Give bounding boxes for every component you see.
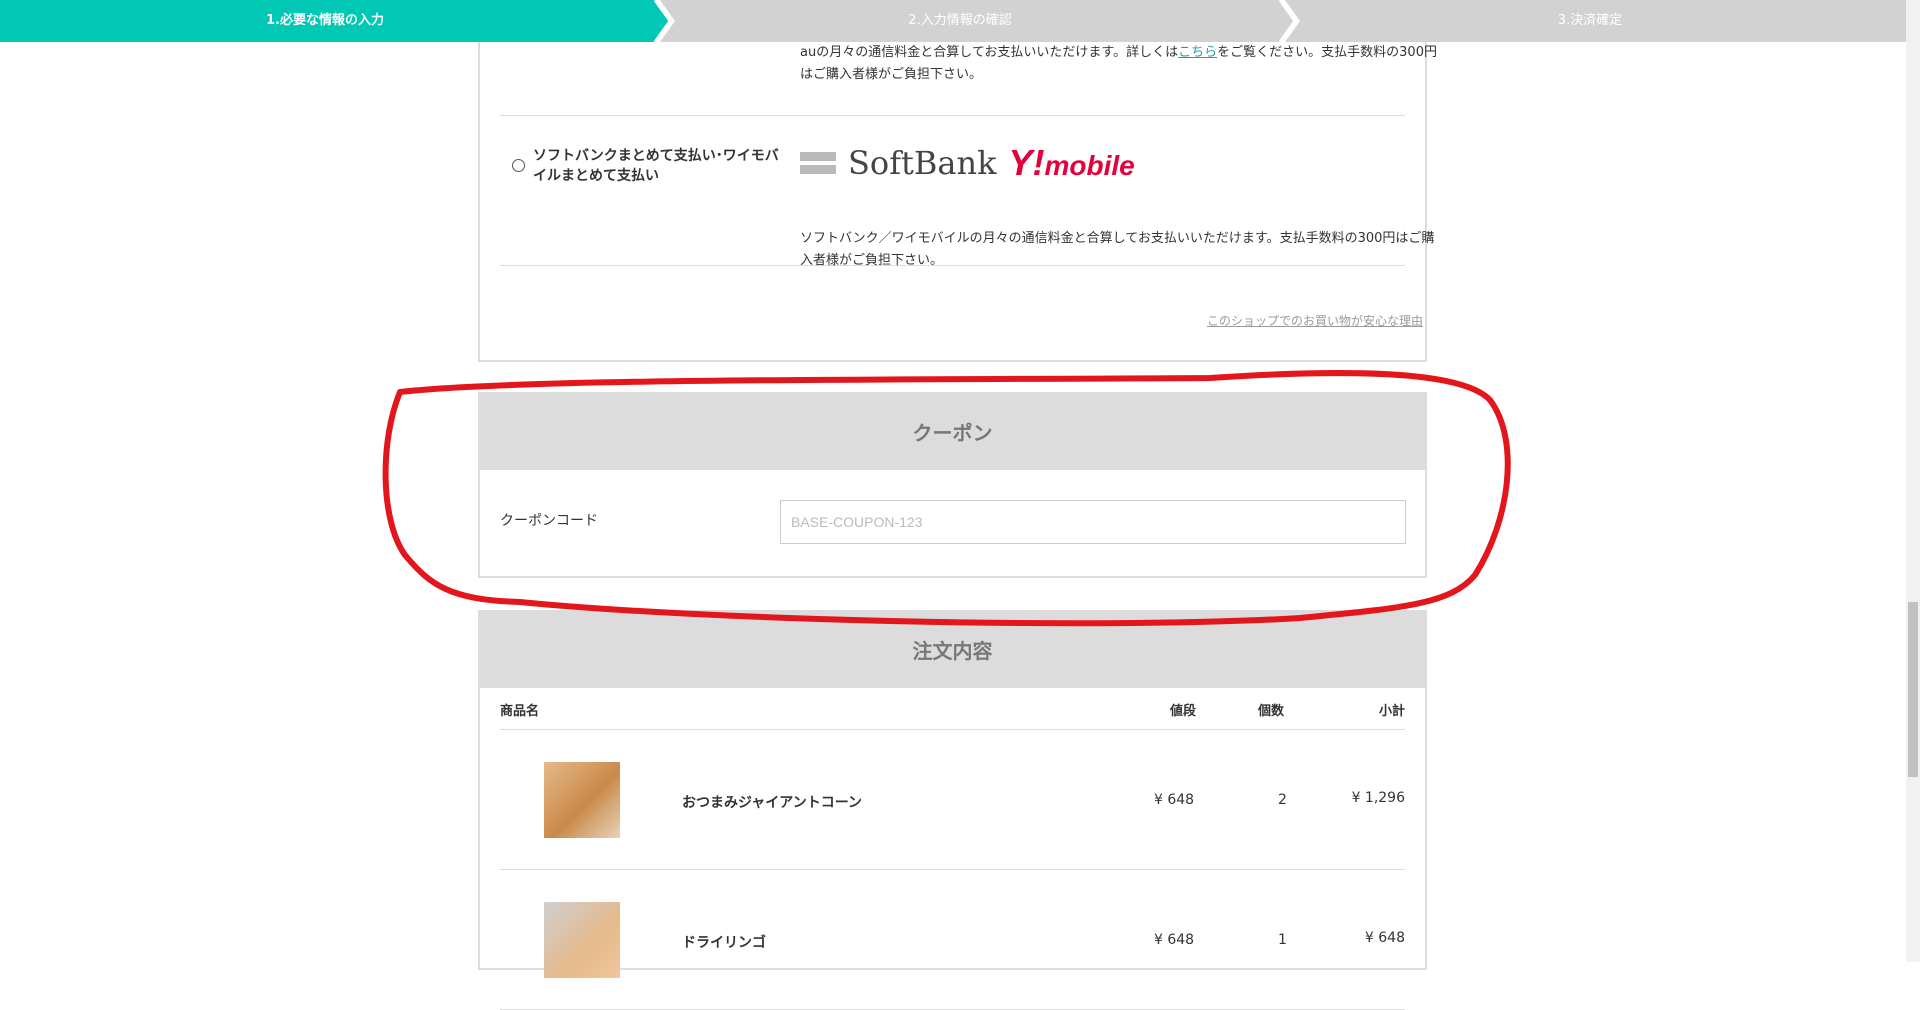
step-1-label: 1.必要な情報の入力: [266, 13, 384, 28]
checkout-progress-steps: 1.必要な情報の入力 2.入力情報の確認 3.決済確定: [0, 0, 1906, 42]
product-quantity: 1: [1278, 932, 1287, 948]
header-price: 値段: [1170, 704, 1197, 719]
shop-safety-link[interactable]: このショップでのお買い物が安心な理由: [1207, 312, 1423, 329]
step-2-label: 2.入力情報の確認: [908, 13, 1012, 28]
product-quantity: 2: [1278, 792, 1287, 808]
header-product-name: 商品名: [500, 704, 540, 719]
order-table-header: 商品名 値段 個数 小計: [500, 688, 1405, 730]
coupon-panel: クーポン クーポンコード: [478, 392, 1427, 578]
ymobile-logo: Y!mobile: [1008, 142, 1135, 183]
payment-method-panel: auの月々の通信料金と合算してお支払いいただけます。詳しくはこちらをご覧ください…: [478, 42, 1437, 362]
au-payment-description: auの月々の通信料金と合算してお支払いいただけます。詳しくはこちらをご覧ください…: [800, 42, 1440, 86]
softbank-payment-description: ソフトバンク／ワイモバイルの月々の通信料金と合算してお支払いいただけます。支払手…: [800, 231, 1435, 268]
softbank-bars-icon: [800, 152, 836, 174]
softbank-payment-label[interactable]: ソフトバンクまとめて支払い･ワイモバイルまとめて支払い: [533, 146, 783, 186]
product-subtotal: ¥ 1,296: [1351, 790, 1405, 806]
au-payment-row: auの月々の通信料金と合算してお支払いいただけます。詳しくはこちらをご覧ください…: [500, 42, 1437, 116]
step-3-label: 3.決済確定: [1557, 13, 1623, 28]
product-price: ¥ 648: [1154, 792, 1195, 808]
au-details-link[interactable]: こちら: [1178, 45, 1217, 60]
header-quantity: 個数: [1258, 704, 1285, 719]
product-name: おつまみジャイアントコーン: [682, 795, 863, 811]
table-row: ドライリンゴ ¥ 648 1 ¥ 648: [500, 870, 1405, 1010]
product-thumbnail: [544, 902, 620, 978]
au-desc-text-1: auの月々の通信料金と合算してお支払いいただけます。詳しくは: [800, 45, 1179, 60]
order-summary-title: 注文内容: [480, 610, 1425, 688]
scrollbar-thumb[interactable]: [1908, 602, 1918, 777]
coupon-panel-title: クーポン: [480, 392, 1425, 470]
order-summary-panel: 注文内容 商品名 値段 個数 小計 おつまみジャイアントコーン ¥ 648 2 …: [478, 610, 1427, 1010]
product-thumbnail: [544, 762, 620, 838]
coupon-code-input[interactable]: [780, 500, 1406, 544]
page-scrollbar[interactable]: [1906, 0, 1920, 962]
product-price: ¥ 648: [1154, 932, 1195, 948]
header-subtotal: 小計: [1378, 704, 1405, 719]
table-row: おつまみジャイアントコーン ¥ 648 2 ¥ 1,296: [500, 730, 1405, 870]
product-name: ドライリンゴ: [682, 935, 766, 951]
softbank-ymobile-logo: SoftBank Y!mobile: [800, 142, 1135, 183]
softbank-payment-row[interactable]: ソフトバンクまとめて支払い･ワイモバイルまとめて支払い SoftBank Y!m…: [500, 116, 1434, 268]
softbank-logo-text: SoftBank: [848, 144, 997, 182]
coupon-code-label: クーポンコード: [500, 513, 598, 529]
product-subtotal: ¥ 648: [1364, 930, 1405, 946]
softbank-radio-button[interactable]: [512, 159, 525, 172]
